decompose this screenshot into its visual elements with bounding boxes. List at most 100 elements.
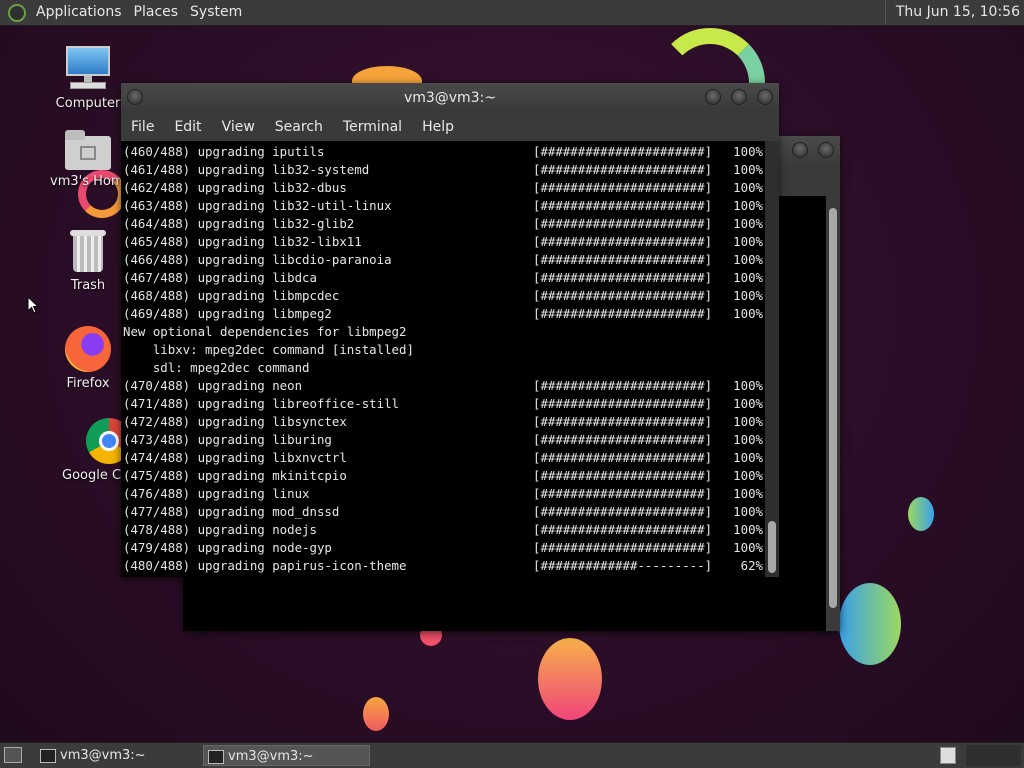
terminal-line: New optional dependencies for libmpeg2	[123, 323, 763, 341]
terminal-line-text: (464/488) upgrading lib32-glib2	[123, 216, 355, 231]
terminal-line: sdl: mpeg2dec command	[123, 359, 763, 377]
progress-percent: 62%	[740, 558, 763, 573]
terminal-line: (477/488) upgrading mod_dnssd [##########…	[123, 503, 763, 521]
firefox-icon	[65, 326, 111, 372]
menu-search[interactable]: Search	[265, 119, 333, 135]
scroll-thumb[interactable]	[768, 521, 776, 573]
top-panel: Applications Places System Thu Jun 15, 1…	[0, 0, 1024, 26]
clock[interactable]: Thu Jun 15, 10:56	[884, 0, 1020, 25]
terminal-line: (462/488) upgrading lib32-dbus [#########…	[123, 179, 763, 197]
scrollbar[interactable]	[765, 141, 779, 577]
mouse-cursor-icon	[27, 296, 39, 314]
menubar: File Edit View Search Terminal Help	[121, 113, 779, 141]
progress-percent: 100%	[733, 504, 763, 519]
progress-bar-text: [######################]	[533, 306, 713, 321]
menu-terminal[interactable]: Terminal	[333, 119, 412, 135]
terminal-line-text: (480/488) upgrading papirus-icon-theme	[123, 558, 407, 573]
window-menu-button[interactable]	[127, 89, 143, 105]
progress-bar-text: [######################]	[533, 540, 713, 555]
progress-percent: 100%	[733, 216, 763, 231]
close-button[interactable]	[757, 89, 773, 105]
terminal-line-text: (463/488) upgrading lib32-util-linux	[123, 198, 392, 213]
menu-help[interactable]: Help	[412, 119, 464, 135]
scrollbar[interactable]	[826, 196, 840, 631]
progress-bar-text: [######################]	[533, 522, 713, 537]
terminal-lines: (460/488) upgrading iputils [############…	[123, 143, 763, 577]
progress-bar-text: [#############---------]	[533, 558, 713, 573]
bottom-panel: vm3@vm3:~ vm3@vm3:~	[0, 742, 1024, 768]
terminal-icon	[208, 750, 224, 764]
menu-system[interactable]: System	[184, 0, 248, 25]
progress-percent: 100%	[733, 540, 763, 555]
progress-bar-text: [######################]	[533, 288, 713, 303]
terminal-line: (473/488) upgrading liburing [###########…	[123, 431, 763, 449]
progress-bar-text: [######################]	[533, 396, 713, 411]
menu-places[interactable]: Places	[128, 0, 185, 25]
progress-bar-text: [######################]	[533, 144, 713, 159]
terminal-line: (476/488) upgrading linux [##############…	[123, 485, 763, 503]
progress-percent: 100%	[733, 414, 763, 429]
terminal-icon	[40, 749, 56, 763]
terminal-line: (466/488) upgrading libcdio-paranoia [###…	[123, 251, 763, 269]
progress-percent: 100%	[733, 270, 763, 285]
titlebar[interactable]: vm3@vm3:~	[121, 83, 779, 113]
decorative-blob	[908, 497, 934, 531]
progress-bar-text: [######################]	[533, 432, 713, 447]
progress-percent: 100%	[733, 486, 763, 501]
progress-percent: 100%	[733, 162, 763, 177]
progress-bar-text: [######################]	[533, 198, 713, 213]
progress-bar-text: [######################]	[533, 414, 713, 429]
terminal-output[interactable]: (460/488) upgrading iputils [############…	[121, 141, 779, 577]
progress-bar-text: [######################]	[533, 234, 713, 249]
progress-bar-text: [######################]	[533, 504, 713, 519]
progress-bar-text: [######################]	[533, 162, 713, 177]
menu-view[interactable]: View	[212, 119, 265, 135]
decorative-blob	[538, 638, 602, 720]
progress-percent: 100%	[733, 252, 763, 267]
taskbar-item[interactable]: vm3@vm3:~	[36, 745, 196, 766]
desktop-icon-label: vm3's Home	[50, 174, 120, 189]
home-folder-icon	[65, 130, 111, 170]
trash-icon	[70, 230, 106, 274]
maximize-button[interactable]	[792, 142, 808, 158]
terminal-line-text: (470/488) upgrading neon	[123, 378, 303, 393]
terminal-line: (470/488) upgrading neon [###############…	[123, 377, 763, 395]
show-desktop-icon[interactable]	[4, 747, 22, 763]
menu-applications[interactable]: Applications	[30, 0, 128, 25]
scroll-thumb[interactable]	[829, 208, 837, 608]
terminal-window[interactable]: vm3@vm3:~ File Edit View Search Terminal…	[121, 83, 779, 577]
menu-edit[interactable]: Edit	[164, 119, 211, 135]
terminal-line: (469/488) upgrading libmpeg2 [###########…	[123, 305, 763, 323]
terminal-line: (472/488) upgrading libsynctex [#########…	[123, 413, 763, 431]
terminal-line-text: (466/488) upgrading libcdio-paranoia	[123, 252, 392, 267]
terminal-line: (479/488) upgrading node-gyp [###########…	[123, 539, 763, 557]
terminal-line-text: (471/488) upgrading libreoffice-still	[123, 396, 400, 411]
distro-logo-icon[interactable]	[8, 3, 26, 22]
terminal-line-text: (462/488) upgrading lib32-dbus	[123, 180, 347, 195]
desktop-icon-label: Google C	[62, 468, 122, 483]
workspace-switcher-icon[interactable]	[940, 747, 956, 764]
progress-bar-text: [######################]	[533, 486, 713, 501]
terminal-line-text: (474/488) upgrading libxnvctrl	[123, 450, 347, 465]
terminal-line-text: (460/488) upgrading iputils	[123, 144, 325, 159]
progress-percent: 100%	[733, 306, 763, 321]
terminal-line: (464/488) upgrading lib32-glib2 [########…	[123, 215, 763, 233]
terminal-line: (468/488) upgrading libmpcdec [##########…	[123, 287, 763, 305]
terminal-line: libxv: mpeg2dec command [installed]	[123, 341, 763, 359]
progress-percent: 100%	[733, 288, 763, 303]
minimize-button[interactable]	[705, 89, 721, 105]
terminal-line: (471/488) upgrading libreoffice-still [##…	[123, 395, 763, 413]
terminal-line: (474/488) upgrading libxnvctrl [#########…	[123, 449, 763, 467]
menu-file[interactable]: File	[121, 119, 164, 135]
close-button[interactable]	[818, 142, 834, 158]
progress-percent: 100%	[733, 450, 763, 465]
terminal-line-text: (461/488) upgrading lib32-systemd	[123, 162, 370, 177]
terminal-line: (460/488) upgrading iputils [############…	[123, 143, 763, 161]
taskbar-item-active[interactable]: vm3@vm3:~	[203, 745, 370, 766]
terminal-line-text: (477/488) upgrading mod_dnssd	[123, 504, 340, 519]
progress-percent: 100%	[733, 234, 763, 249]
panel-separator	[966, 745, 1021, 766]
maximize-button[interactable]	[731, 89, 747, 105]
terminal-line-text: (478/488) upgrading nodejs	[123, 522, 317, 537]
terminal-line: (465/488) upgrading lib32-libx11 [#######…	[123, 233, 763, 251]
